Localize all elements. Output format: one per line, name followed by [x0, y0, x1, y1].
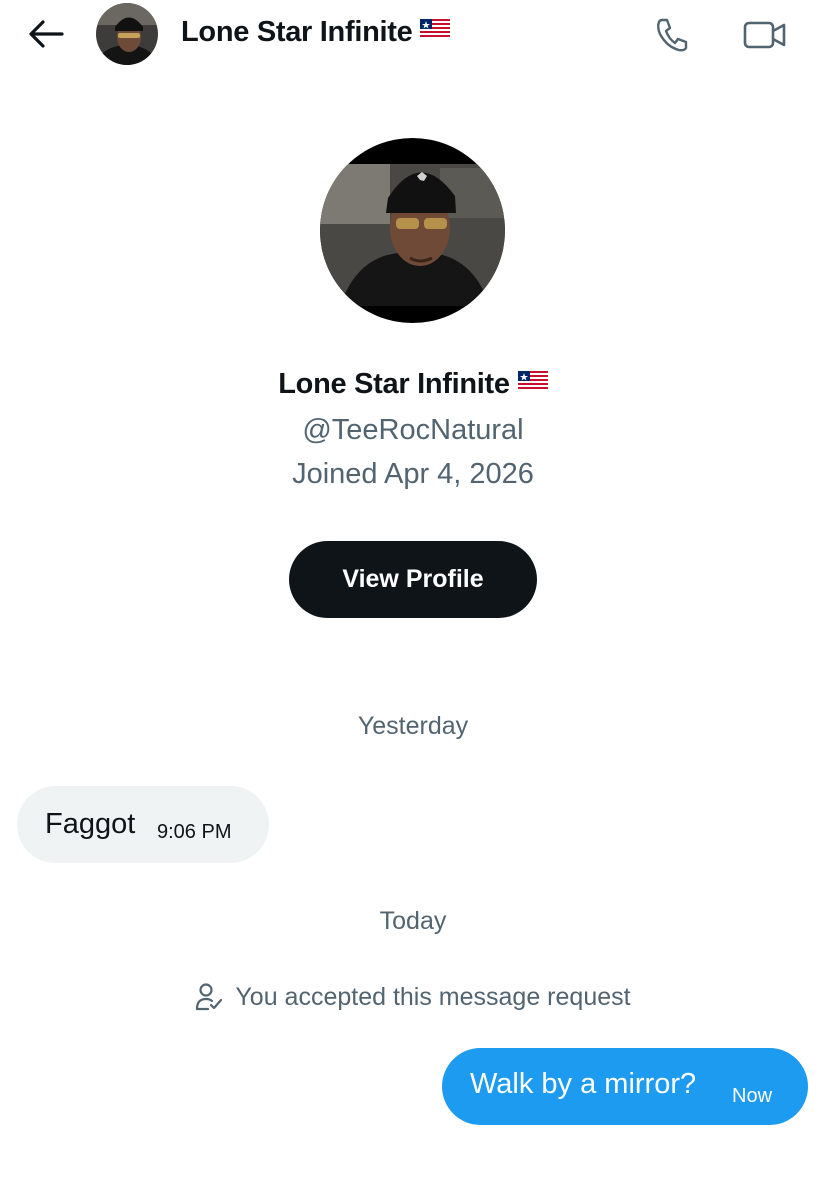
profile-handle: @TeeRocNatural: [302, 414, 524, 446]
profile-name: Lone Star Infinite: [0, 368, 826, 402]
video-call-button[interactable]: [740, 12, 790, 58]
conversation-header: Lone Star Infinite: [0, 0, 826, 70]
arrow-left-icon: [29, 20, 64, 48]
notice-text: You accepted this message request: [235, 982, 631, 1011]
header-name-text: Lone Star Infinite: [181, 16, 413, 48]
message-text: Faggot: [45, 808, 136, 840]
outgoing-message[interactable]: Walk by a mirror? Now: [442, 1048, 808, 1125]
profile-joined-date: Joined Apr 4, 2026: [292, 458, 534, 490]
video-camera-icon: [743, 21, 786, 49]
profile-avatar[interactable]: [320, 138, 505, 323]
liberia-flag-icon: [517, 366, 548, 399]
back-button[interactable]: [22, 14, 70, 54]
header-avatar[interactable]: [96, 3, 158, 65]
voice-call-button[interactable]: [648, 12, 694, 58]
message-time: Now: [732, 1085, 773, 1107]
message-request-notice: You accepted this message request: [0, 982, 826, 1012]
date-separator: Yesterday: [357, 712, 469, 740]
date-separator: Today: [379, 907, 447, 935]
message-time: 9:06 PM: [157, 821, 232, 843]
incoming-message[interactable]: Faggot 9:06 PM: [17, 786, 269, 863]
profile-name-text: Lone Star Infinite: [278, 368, 510, 400]
phone-icon: [657, 18, 688, 52]
header-contact-name[interactable]: Lone Star Infinite: [181, 14, 451, 50]
liberia-flag-icon: [420, 14, 451, 47]
view-profile-button[interactable]: View Profile: [289, 541, 537, 618]
message-text: Walk by a mirror?: [470, 1068, 697, 1100]
person-check-icon: [195, 982, 223, 1012]
